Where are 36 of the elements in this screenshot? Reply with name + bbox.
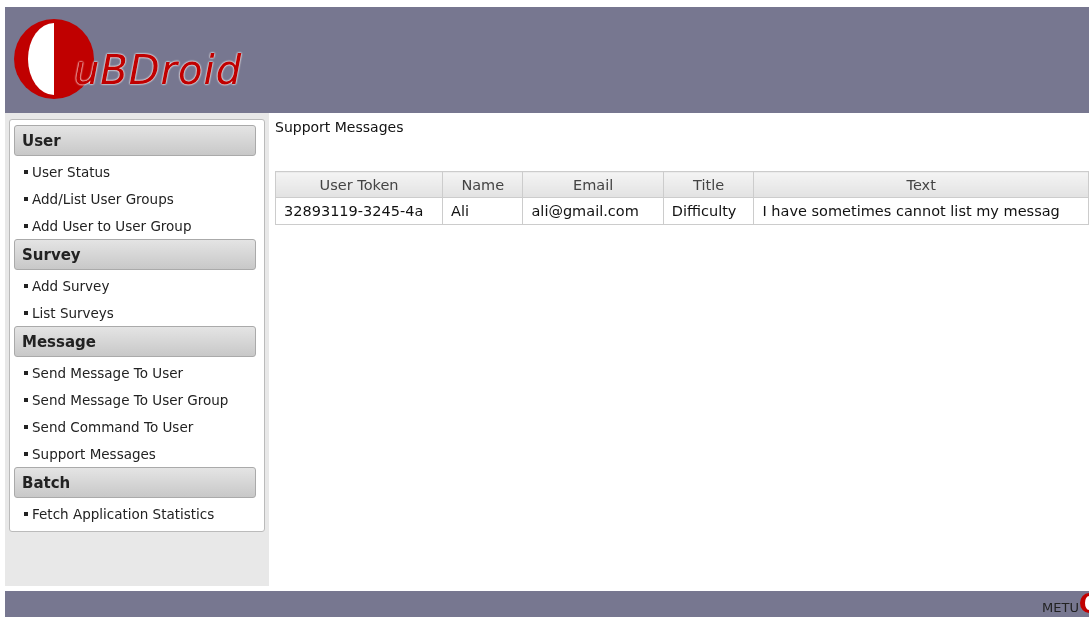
bullet-icon xyxy=(24,169,28,174)
section-header[interactable]: Batch xyxy=(14,467,256,498)
table-cell: Ali xyxy=(442,197,523,225)
section-header[interactable]: Message xyxy=(14,326,256,357)
section-header[interactable]: User xyxy=(14,125,256,156)
table-cell: ali@gmail.com xyxy=(522,197,664,225)
page-title: Support Messages xyxy=(275,119,405,135)
bullet-icon xyxy=(24,310,28,315)
section-header[interactable]: Survey xyxy=(14,239,256,270)
table-cell: Difficulty xyxy=(663,197,754,225)
menu-link[interactable]: Support Messages xyxy=(32,445,156,462)
bullet-icon xyxy=(24,196,28,201)
bullet-icon xyxy=(24,223,28,228)
menu-link[interactable]: Send Command To User xyxy=(32,418,194,435)
menu-link[interactable]: Add/List User Groups xyxy=(32,190,174,207)
bullet-icon xyxy=(24,370,28,375)
column-header[interactable]: Name xyxy=(442,171,523,198)
menu-link[interactable]: Add User to User Group xyxy=(32,217,192,234)
table-cell: 32893119-3245-4a xyxy=(275,197,443,225)
menu-link[interactable]: Add Survey xyxy=(32,277,110,294)
column-header[interactable]: Title xyxy=(663,171,754,198)
column-header[interactable]: Email xyxy=(522,171,664,198)
footer-text: METU xyxy=(1042,600,1079,615)
menu-link[interactable]: Fetch Application Statistics xyxy=(32,505,215,522)
column-header[interactable]: User Token xyxy=(275,171,443,198)
bullet-icon xyxy=(24,511,28,516)
menu-link[interactable]: List Surveys xyxy=(32,304,114,321)
bullet-icon xyxy=(24,397,28,402)
bullet-icon xyxy=(24,424,28,429)
menu-link[interactable]: Send Message To User Group xyxy=(32,391,229,408)
table-cell: I have sometimes cannot list my messag xyxy=(753,197,1089,225)
menu-link[interactable]: Send Message To User xyxy=(32,364,184,381)
menu-link[interactable]: User Status xyxy=(32,163,111,180)
bullet-icon xyxy=(24,451,28,456)
column-header[interactable]: Text xyxy=(753,171,1089,198)
bullet-icon xyxy=(24,283,28,288)
